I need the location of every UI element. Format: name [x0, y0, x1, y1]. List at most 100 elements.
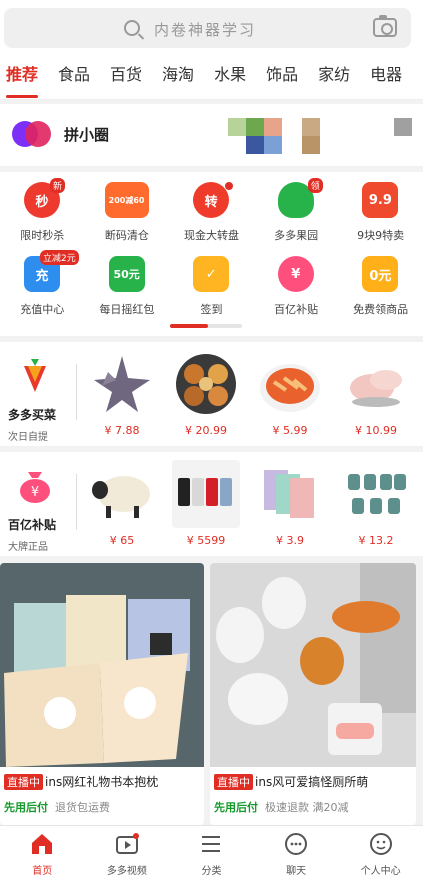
checkin-item[interactable]: ✓ 签到: [169, 256, 254, 330]
grid-scroll-indicator: [170, 324, 242, 328]
friend-avatar-3: [394, 118, 412, 136]
tab-recommend[interactable]: 推荐: [6, 54, 39, 99]
tab-general[interactable]: 百货: [110, 54, 142, 99]
pillow-book-image: [0, 563, 204, 767]
subsidy-item[interactable]: ¥ 百亿补贴: [254, 256, 339, 330]
price: ¥ 10.99: [355, 424, 397, 437]
cash-wheel-item[interactable]: 转 现金大转盘: [169, 182, 254, 256]
nav-category[interactable]: 分类: [169, 826, 254, 880]
billion-subsidy-section[interactable]: ¥ 百亿补贴 大牌正品 ¥ 65 ¥ 5599 ¥ 3.9 ¥ 13.2: [0, 452, 423, 556]
price: ¥ 65: [109, 534, 135, 547]
butie-product-2[interactable]: ¥ 5599: [170, 460, 242, 550]
sheep-plush-image: [88, 460, 156, 528]
tab-textiles[interactable]: 家纺: [318, 54, 350, 99]
recharge-item[interactable]: 充 立减2元 充值中心: [0, 250, 85, 330]
maicai-product-1[interactable]: ¥ 7.88: [86, 350, 158, 440]
search-input[interactable]: 内卷神器学习: [4, 8, 411, 48]
spicy-dish-image: [256, 350, 324, 418]
price: ¥ 3.9: [276, 534, 304, 547]
feed-card-1[interactable]: 直播中 ins网红礼物书本抱枕 先用后付 退货包运费: [0, 563, 204, 825]
nav-profile[interactable]: 个人中心: [338, 826, 423, 880]
nine-nine-item[interactable]: 9.9 9块9特卖: [338, 182, 423, 256]
iphone-image: [172, 460, 240, 528]
claim-badge: 领: [307, 178, 323, 193]
duoduo-maicai-section[interactable]: 多多买菜 次日自提 ¥ 7.88 ¥ 20.99 ¥ 5.99 ¥ 10.99: [0, 342, 423, 446]
tab-appliances[interactable]: 电器: [370, 54, 402, 99]
maicai-product-3[interactable]: ¥ 5.99: [254, 350, 326, 440]
maicai-product-4[interactable]: ¥ 10.99: [340, 350, 412, 440]
grid-row-1: 秒 新 限时秒杀 200减60 断码清仓 转 现金大转盘 领 多多果园 9.9 …: [0, 178, 423, 256]
tab-accessories[interactable]: 饰品: [266, 54, 298, 99]
feed-subline: 先用后付 退货包运费: [4, 801, 110, 814]
notification-dot: [225, 182, 234, 190]
smiley-icon: [369, 833, 392, 855]
flash-sale-item[interactable]: 秒 新 限时秒杀: [0, 178, 85, 256]
search-icon: [124, 20, 140, 36]
price-tag-icon: 9.9: [362, 182, 399, 218]
calendar-check-icon: ✓: [193, 256, 230, 292]
carrot-icon: [16, 356, 54, 394]
grid-row-2: 充 立减2元 充值中心 50元 每日摇红包 ✓ 签到 ¥ 百亿补贴 0元 免费领…: [0, 250, 423, 330]
home-icon: [32, 834, 53, 854]
orchard-item[interactable]: 领 多多果园: [254, 178, 339, 256]
search-placeholder: 内卷神器学习: [154, 21, 257, 39]
free-item[interactable]: 0元 免费领商品: [338, 256, 423, 330]
red-packet-item[interactable]: 50元 每日摇红包: [85, 256, 170, 330]
butie-product-1[interactable]: ¥ 65: [86, 460, 158, 550]
bottom-nav: 首页 多多视频 分类 聊天 个人中心: [0, 825, 423, 880]
discount-badge: 立减2元: [40, 250, 79, 265]
recharge-label: 充值中心: [20, 303, 65, 316]
free-label: 免费领商品: [353, 303, 409, 316]
friend-avatar-1: [228, 118, 288, 158]
cash-wheel-label: 现金大转盘: [183, 229, 239, 242]
feature-grid: 秒 新 限时秒杀 200减60 断码清仓 转 现金大转盘 领 多多果园 9.9 …: [0, 172, 423, 336]
live-badge: 直播中: [214, 774, 253, 790]
friend-avatar-2: [302, 118, 320, 156]
price: ¥ 5599: [186, 534, 226, 547]
store-sign-icon: 200减60: [104, 182, 149, 218]
section-divider: [76, 364, 77, 420]
maicai-product-2[interactable]: ¥ 20.99: [170, 350, 242, 440]
feed-subline: 先用后付 极速退款 满20减: [214, 801, 349, 814]
live-badge: 直播中: [4, 774, 43, 790]
feed-title: 直播中 ins风可爱搞怪厕所萌: [214, 773, 412, 790]
nine-nine-label: 9块9特卖: [357, 229, 405, 242]
butie-subtitle: 大牌正品: [8, 542, 48, 553]
nav-video[interactable]: 多多视频: [85, 826, 170, 880]
toilet-plush-image: [210, 563, 416, 767]
pin-xiao-quan-bar[interactable]: 拼小圈: [0, 104, 423, 166]
tab-food[interactable]: 食品: [58, 54, 90, 99]
video-icon: [115, 833, 139, 854]
wheel-icon: 转: [193, 182, 230, 218]
pxq-logo-icon: [12, 121, 52, 149]
nav-home[interactable]: 首页: [0, 826, 85, 880]
feed-title: 直播中 ins网红礼物书本抱枕: [4, 773, 202, 790]
butie-product-4[interactable]: ¥ 13.2: [340, 460, 412, 550]
starfish-image: [88, 350, 156, 418]
gift-box-icon: 0元: [362, 256, 399, 292]
feed-card-2[interactable]: 直播中 ins风可爱搞怪厕所萌 先用后付 极速退款 满20减: [210, 563, 416, 825]
keychains-image: [342, 460, 410, 528]
butie-product-3[interactable]: ¥ 3.9: [254, 460, 326, 550]
product-feed: 直播中 ins网红礼物书本抱枕 先用后付 退货包运费 直播中 ins风可爱搞怪厕所萌: [0, 563, 423, 825]
tab-fruit[interactable]: 水果: [214, 54, 246, 99]
app-home: 内卷神器学习 推荐 食品 百货 海淘 水果 饰品 家纺 电器 拼小圈 秒 新 限…: [0, 0, 423, 880]
pxq-title: 拼小圈: [64, 126, 110, 144]
red-packet-icon: 50元: [108, 256, 145, 292]
clearance-item[interactable]: 200减60 断码清仓: [85, 182, 170, 256]
price: ¥ 20.99: [185, 424, 227, 437]
svg-text:¥: ¥: [31, 485, 39, 500]
subsidy-label: 百亿补贴: [274, 303, 319, 316]
price: ¥ 13.2: [358, 534, 394, 547]
price: ¥ 5.99: [272, 424, 308, 437]
camera-icon[interactable]: [373, 15, 397, 37]
maicai-title: 多多买菜: [8, 408, 57, 422]
clearance-label: 断码清仓: [104, 229, 149, 242]
tab-overseas[interactable]: 海淘: [162, 54, 194, 99]
orchard-label: 多多果园: [274, 229, 319, 242]
maicai-subtitle: 次日自提: [8, 432, 48, 443]
nav-chat[interactable]: 聊天: [254, 826, 339, 880]
new-badge: 新: [50, 178, 66, 193]
money-bag-icon: ¥: [16, 466, 54, 504]
flash-sale-label: 限时秒杀: [20, 229, 65, 242]
